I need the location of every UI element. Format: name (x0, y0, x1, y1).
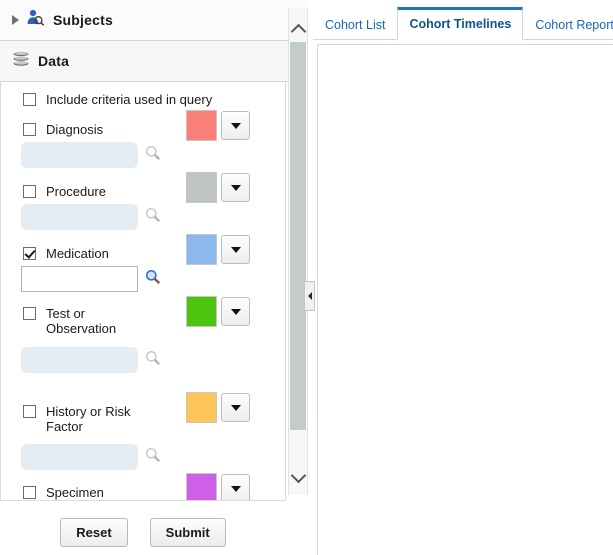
test-observation-search-line (21, 347, 161, 373)
accordion-title-data: Data (38, 53, 70, 69)
subjects-person-search-icon (26, 9, 45, 31)
procedure-search-line (21, 204, 161, 230)
chevron-down-icon (230, 404, 241, 411)
medication-label: Medication (46, 246, 109, 261)
diagnosis-checkbox[interactable] (23, 123, 36, 136)
specimen-label: Specimen (46, 485, 104, 500)
test-observation-label: Test or Observation (46, 306, 117, 336)
test-observation-color-swatch[interactable] (186, 296, 217, 327)
procedure-color-dropdown-button[interactable] (221, 173, 250, 202)
cohort-tabstrip: Cohort List Cohort Timelines Cohort Repo… (313, 4, 613, 40)
chevron-down-icon (230, 485, 241, 492)
medication-color-dropdown-button[interactable] (221, 235, 250, 264)
chevron-up-icon (290, 23, 306, 39)
history-risk-label: History or Risk Factor (46, 404, 131, 434)
left-panel: Subjects Data Include criteria used in q… (0, 0, 308, 555)
chevron-down-icon (230, 246, 241, 253)
tab-cohort-timelines[interactable]: Cohort Timelines (397, 7, 524, 40)
specimen-color-swatch[interactable] (186, 473, 217, 500)
procedure-checkbox[interactable] (23, 185, 36, 198)
medication-search-line (21, 266, 161, 292)
history-risk-checkbox[interactable] (23, 405, 36, 418)
test-observation-search-input[interactable] (21, 347, 138, 373)
magnifier-icon[interactable] (145, 269, 161, 290)
right-panel: Cohort List Cohort Timelines Cohort Repo… (313, 0, 613, 555)
medication-search-input[interactable] (21, 266, 138, 292)
submit-button[interactable]: Submit (149, 518, 226, 547)
history-risk-color-swatch[interactable] (186, 392, 217, 423)
history-risk-search-line (21, 444, 161, 470)
procedure-color-swatch[interactable] (186, 172, 217, 203)
medication-color-group (186, 234, 250, 265)
history-risk-color-dropdown-button[interactable] (221, 393, 250, 422)
specimen-color-dropdown-button[interactable] (221, 474, 250, 500)
scrollbar-up-button[interactable] (289, 18, 307, 40)
test-observation-color-group (186, 296, 250, 327)
include-criteria-row[interactable]: Include criteria used in query (1, 92, 285, 107)
expand-triangle-icon[interactable] (12, 15, 19, 25)
specimen-color-group (186, 473, 250, 500)
scrollbar-thumb[interactable] (290, 42, 306, 430)
panel-collapse-handle[interactable] (304, 281, 315, 311)
magnifier-icon[interactable] (145, 145, 161, 166)
procedure-color-group (186, 172, 250, 203)
medication-checkbox[interactable] (23, 247, 36, 260)
collapse-left-arrow-icon (307, 292, 312, 300)
magnifier-icon[interactable] (145, 447, 161, 468)
magnifier-icon[interactable] (145, 207, 161, 228)
diagnosis-search-line (21, 142, 161, 168)
specimen-checkbox[interactable] (23, 486, 36, 499)
data-criteria-form: Include criteria used in query Diagnosis (0, 82, 286, 501)
accordion-header-data[interactable]: Data (0, 41, 308, 82)
diagnosis-search-input[interactable] (21, 142, 138, 168)
chevron-down-icon (230, 122, 241, 129)
left-panel-scrollbar[interactable] (288, 8, 308, 495)
reset-button[interactable]: Reset (60, 518, 128, 547)
procedure-search-input[interactable] (21, 204, 138, 230)
chevron-down-icon (230, 184, 241, 191)
history-risk-color-group (186, 392, 250, 423)
include-criteria-checkbox[interactable] (23, 93, 36, 106)
tab-cohort-reports[interactable]: Cohort Reports (523, 8, 613, 40)
test-observation-checkbox[interactable] (23, 307, 36, 320)
history-risk-search-input[interactable] (21, 444, 138, 470)
accordion-title-subjects: Subjects (53, 12, 113, 28)
medication-color-swatch[interactable] (186, 234, 217, 265)
accordion-header-subjects[interactable]: Subjects (0, 0, 308, 41)
diagnosis-label: Diagnosis (46, 122, 104, 137)
diagnosis-color-group (186, 110, 250, 141)
diagnosis-color-dropdown-button[interactable] (221, 111, 250, 140)
application-window: Subjects Data Include criteria used in q… (0, 0, 613, 555)
diagnosis-color-swatch[interactable] (186, 110, 217, 141)
chevron-down-icon (230, 308, 241, 315)
form-button-bar: Reset Submit (0, 518, 286, 547)
procedure-label: Procedure (46, 184, 106, 199)
tab-cohort-list[interactable]: Cohort List (313, 8, 397, 40)
magnifier-icon[interactable] (145, 350, 161, 371)
test-observation-color-dropdown-button[interactable] (221, 297, 250, 326)
include-criteria-label: Include criteria used in query (46, 92, 213, 107)
chevron-down-icon (290, 467, 306, 483)
cohort-timelines-content-panel (317, 44, 613, 555)
scrollbar-down-button[interactable] (289, 466, 307, 488)
data-stack-icon (12, 51, 30, 72)
